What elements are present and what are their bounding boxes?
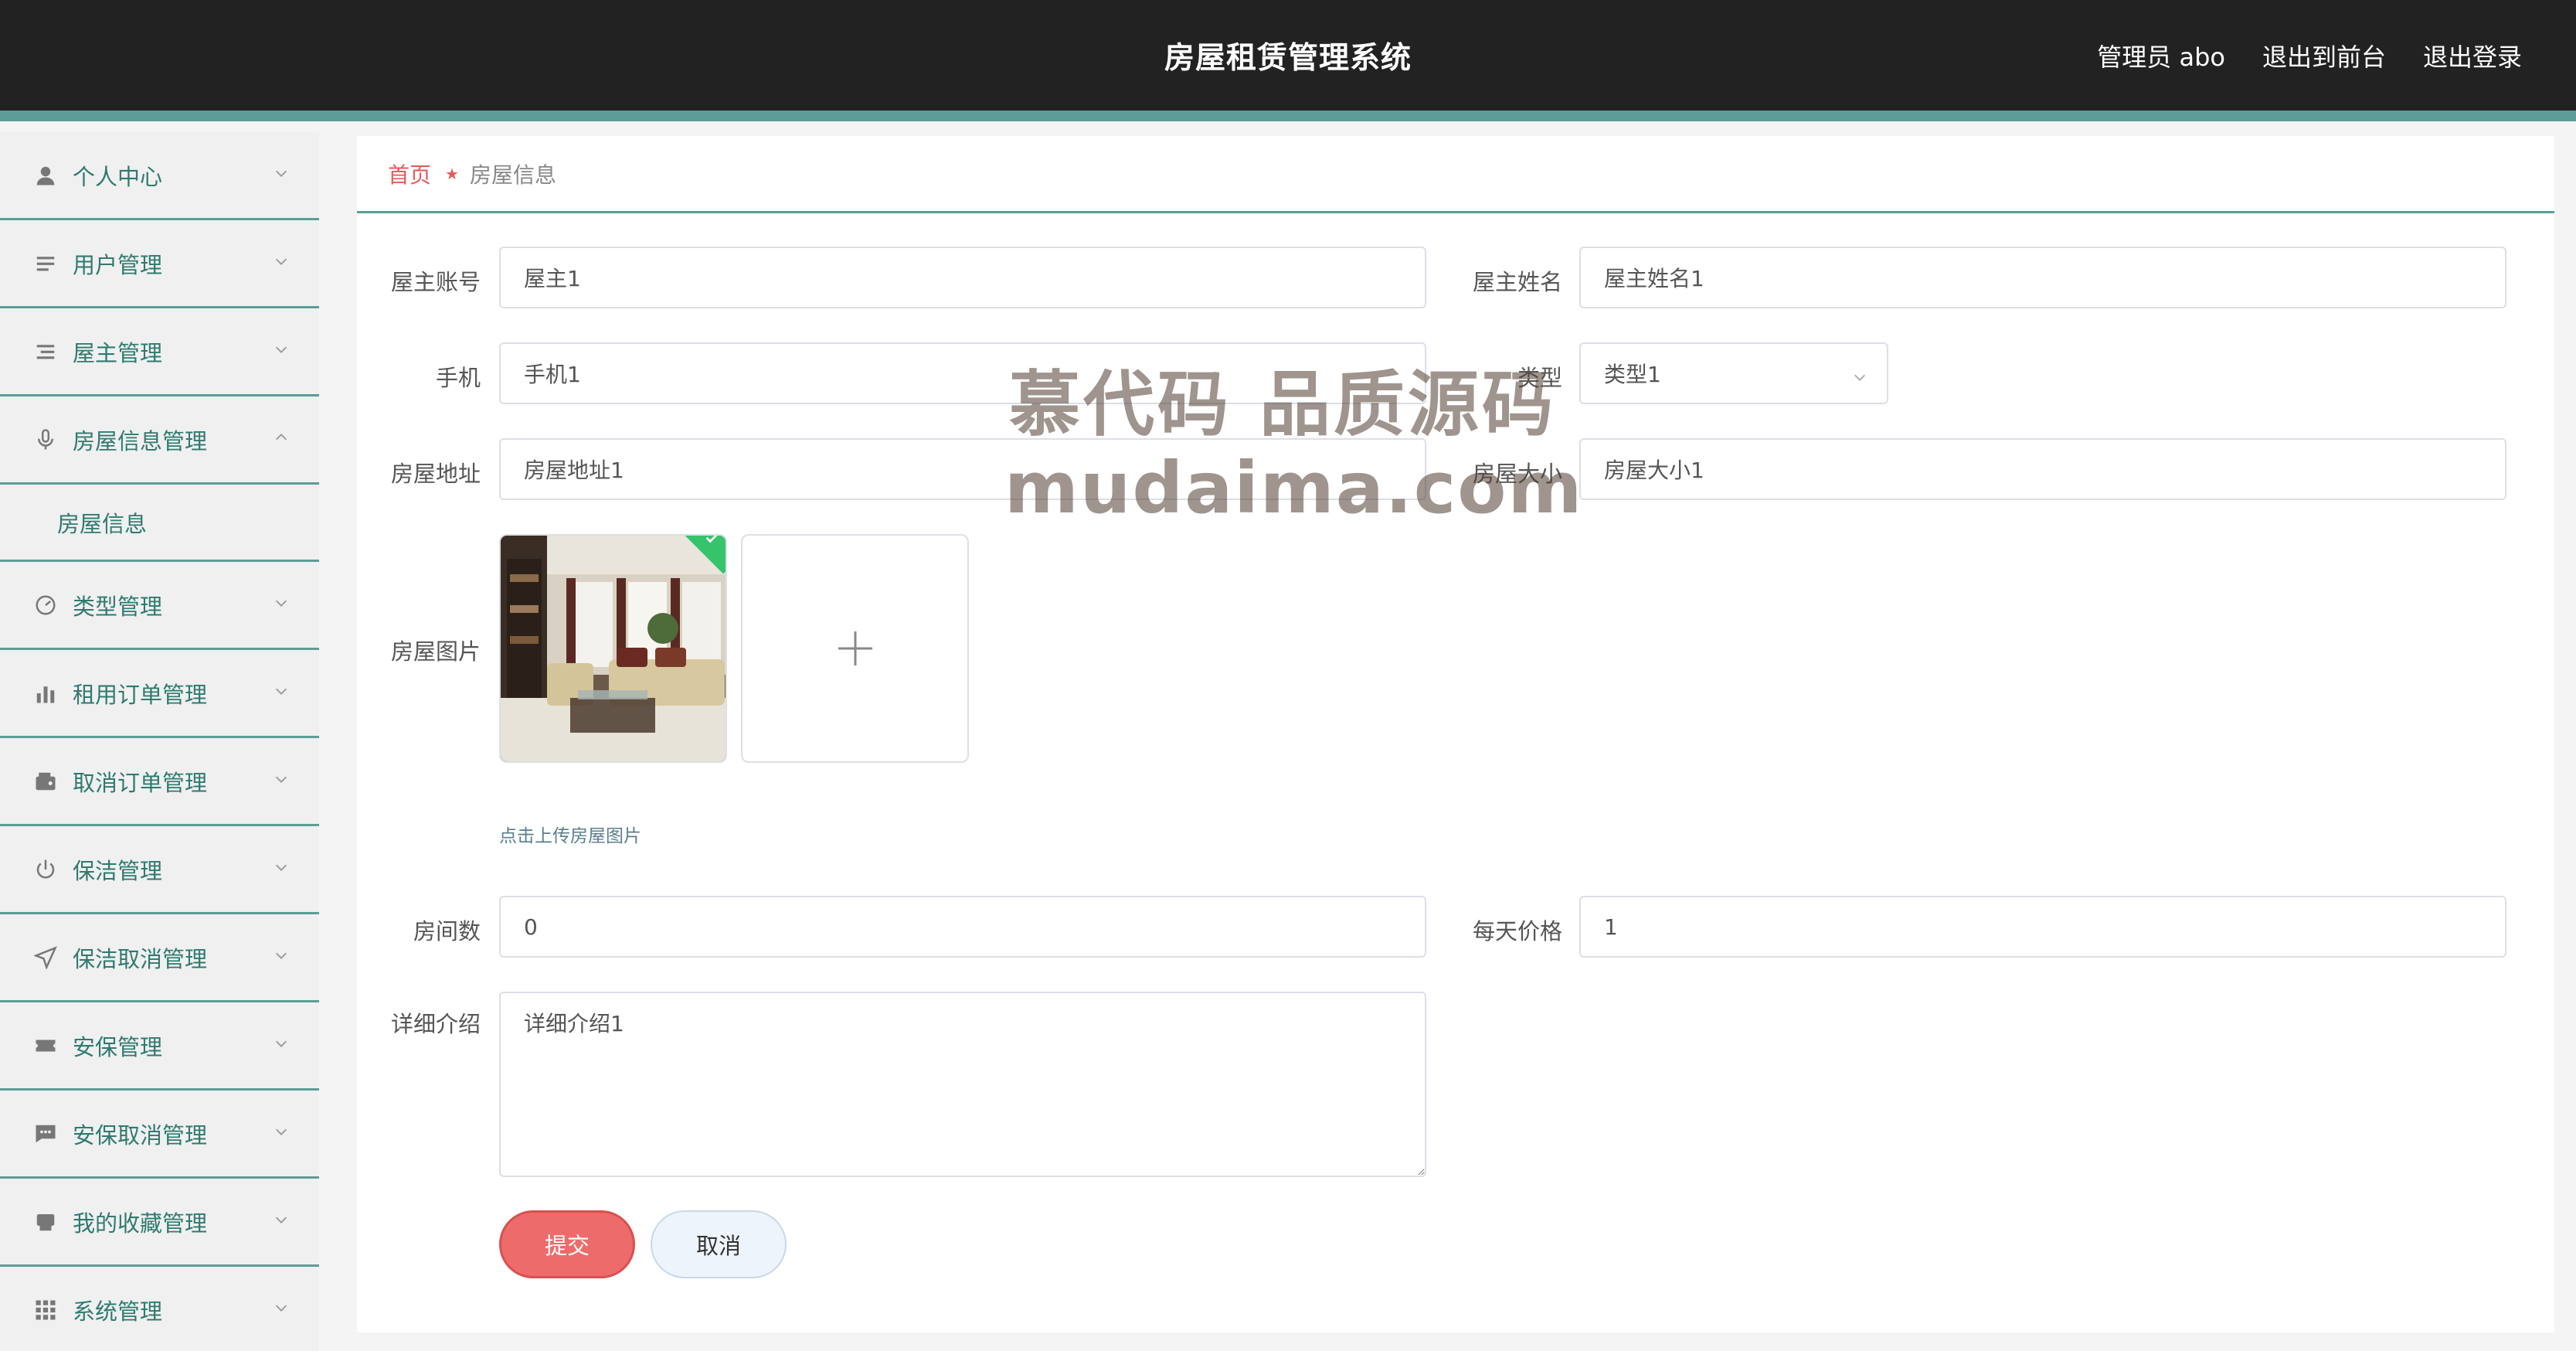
sidebar-item-security-cancel[interactable]: 安保取消管理	[0, 1091, 319, 1179]
owner-account-field[interactable]: 屋主1	[499, 247, 1426, 308]
sidebar-item-label: 保洁取消管理	[73, 945, 208, 972]
chevron-down-icon	[273, 253, 290, 270]
sidebar-item-label: 安保取消管理	[73, 1121, 208, 1149]
grid-icon	[34, 1298, 57, 1322]
daily-price-label: 每天价格	[1472, 918, 1562, 944]
sidebar-item-favorites[interactable]: 我的收藏管理	[0, 1179, 319, 1267]
list-icon	[34, 252, 57, 275]
logout-link[interactable]: 退出登录	[2423, 38, 2522, 73]
sidebar-item-security[interactable]: 安保管理	[0, 1002, 319, 1091]
sidebar-item-cleaning[interactable]: 保洁管理	[0, 826, 319, 914]
breadcrumb-home-link[interactable]: 首页	[388, 158, 431, 189]
send-icon	[34, 945, 57, 969]
living-room-photo	[501, 536, 726, 761]
owner-name-label: 屋主姓名	[1472, 269, 1562, 295]
breadcrumb-separator-icon: ★	[445, 164, 459, 183]
sidebar: 个人中心 用户管理 屋主管理 房屋信息管理 房屋信息 类型管理 租用订单管理 取…	[0, 132, 319, 1351]
main-content: 首页 ★ 房屋信息 屋主账号 屋主1 屋主姓名 屋主姓名1 手机 手机1 类型 …	[357, 136, 2554, 1332]
breadcrumb: 首页 ★ 房屋信息	[357, 136, 2554, 213]
type-label: 类型	[1517, 365, 1562, 391]
sidebar-subitem-house-info[interactable]: 房屋信息	[0, 485, 319, 562]
chevron-down-icon	[273, 947, 290, 964]
back-to-front-link[interactable]: 退出到前台	[2262, 38, 2386, 73]
breadcrumb-current: 房屋信息	[469, 162, 556, 188]
cancel-button[interactable]: 取消	[651, 1210, 787, 1278]
sidebar-item-label: 安保管理	[73, 1033, 163, 1060]
size-label: 房屋大小	[1472, 461, 1562, 487]
chat-icon	[34, 1122, 57, 1145]
type-select[interactable]: 类型1	[1579, 342, 1888, 404]
phone-label: 手机	[435, 365, 481, 391]
sidebar-item-label: 租用订单管理	[73, 681, 208, 708]
microphone-icon	[34, 428, 57, 451]
check-icon	[705, 536, 719, 543]
header-accent-bar	[0, 111, 2576, 121]
chevron-down-icon	[273, 859, 290, 876]
list-icon	[34, 340, 57, 363]
chevron-down-icon	[273, 771, 290, 788]
sidebar-item-cancel-orders[interactable]: 取消订单管理	[0, 738, 319, 826]
sidebar-item-label: 房屋信息管理	[73, 427, 208, 454]
sidebar-item-rent-orders[interactable]: 租用订单管理	[0, 650, 319, 738]
sidebar-item-label: 系统管理	[73, 1298, 163, 1325]
sidebar-item-system[interactable]: 系统管理	[0, 1267, 319, 1351]
bar-chart-icon	[34, 682, 57, 705]
sidebar-item-owners[interactable]: 屋主管理	[0, 308, 319, 396]
sidebar-item-label: 个人中心	[73, 163, 163, 190]
description-label: 详细介绍	[390, 1011, 481, 1037]
chevron-down-icon	[273, 341, 290, 358]
daily-price-field[interactable]: 1	[1579, 896, 2506, 958]
owner-account-label: 屋主账号	[390, 269, 481, 295]
user-icon	[34, 164, 57, 187]
upload-hint: 点击上传房屋图片	[499, 826, 641, 846]
rooms-field[interactable]: 0	[499, 896, 1426, 958]
printer-icon	[34, 1210, 57, 1234]
gauge-icon	[34, 594, 57, 617]
chevron-down-icon	[273, 1035, 290, 1052]
address-label: 房屋地址	[390, 461, 481, 487]
sidebar-item-users[interactable]: 用户管理	[0, 220, 319, 308]
address-field[interactable]: 房屋地址1	[499, 438, 1426, 500]
sidebar-item-house-info[interactable]: 房屋信息管理	[0, 396, 319, 485]
chevron-down-icon	[273, 165, 290, 182]
chevron-down-icon	[273, 1123, 290, 1140]
chevron-down-icon	[273, 594, 290, 611]
sidebar-item-label: 我的收藏管理	[73, 1210, 208, 1237]
upload-add-button[interactable]	[741, 534, 969, 763]
sidebar-item-cleaning-cancel[interactable]: 保洁取消管理	[0, 914, 319, 1002]
wallet-icon	[34, 770, 57, 793]
chevron-down-icon	[273, 1211, 290, 1228]
chevron-down-icon	[273, 1299, 290, 1316]
owner-name-field[interactable]: 屋主姓名1	[1579, 247, 2506, 308]
uploaded-house-image[interactable]	[499, 534, 727, 763]
description-textarea[interactable]: 详细介绍1	[499, 992, 1426, 1177]
type-select-value: 类型1	[1604, 362, 1661, 387]
sidebar-item-label: 屋主管理	[73, 339, 163, 366]
chevron-up-icon	[273, 429, 290, 446]
sidebar-item-label: 用户管理	[73, 251, 163, 278]
sidebar-item-label: 取消订单管理	[73, 769, 208, 796]
power-icon	[34, 858, 57, 881]
chevron-down-icon	[1851, 366, 1868, 383]
plus-icon	[838, 631, 872, 665]
sidebar-item-profile[interactable]: 个人中心	[0, 132, 319, 220]
ticket-icon	[34, 1034, 57, 1057]
sidebar-item-label: 类型管理	[73, 593, 163, 620]
sidebar-item-types[interactable]: 类型管理	[0, 562, 319, 650]
current-user-label: 管理员 abo	[2097, 42, 2225, 72]
size-field[interactable]: 房屋大小1	[1579, 438, 2506, 500]
phone-field[interactable]: 手机1	[499, 342, 1426, 404]
top-header: 房屋租赁管理系统 管理员 abo 退出到前台 退出登录	[0, 0, 2576, 121]
image-label: 房屋图片	[390, 638, 481, 665]
header-actions: 管理员 abo 退出到前台 退出登录	[2097, 0, 2522, 111]
sidebar-item-label: 保洁管理	[73, 857, 163, 884]
rooms-label: 房间数	[413, 918, 481, 944]
submit-button[interactable]: 提交	[499, 1210, 635, 1278]
chevron-down-icon	[273, 682, 290, 699]
